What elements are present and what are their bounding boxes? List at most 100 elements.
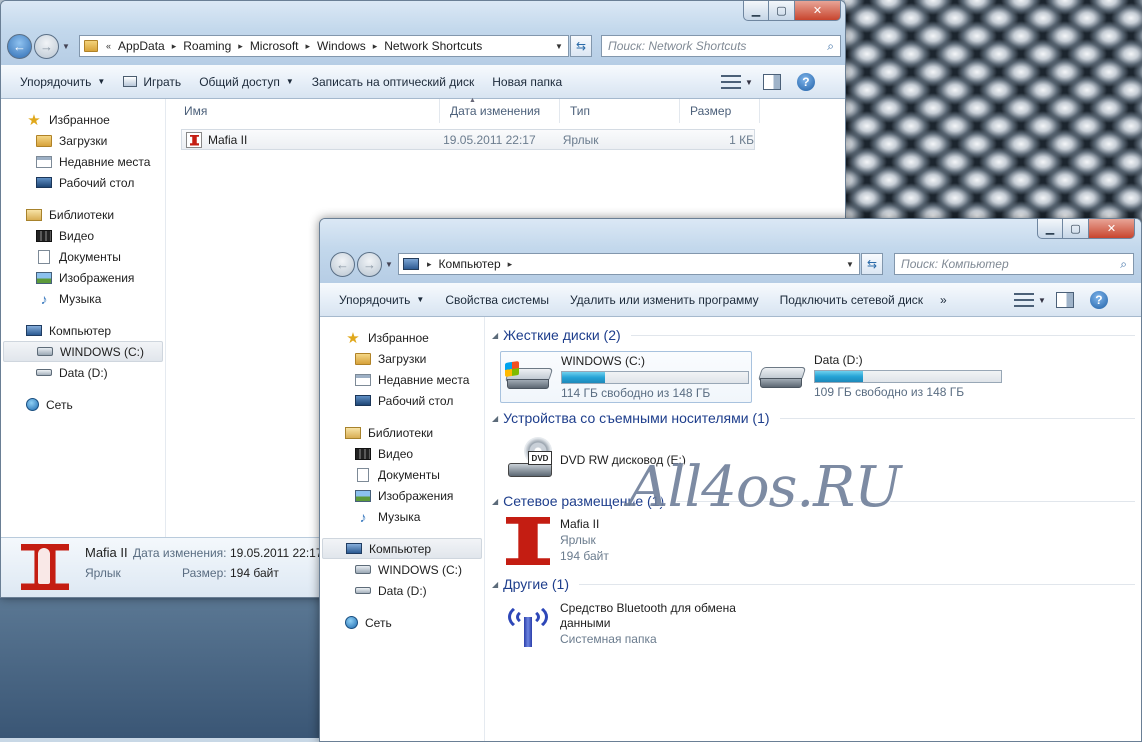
share-button[interactable]: Общий доступ ▼ xyxy=(190,65,303,99)
recent-pages-dropdown[interactable]: ▼ xyxy=(385,260,393,269)
collapse-arrow-icon: ◢ xyxy=(492,413,499,423)
nav-recent-places[interactable]: Недавние места xyxy=(1,151,165,172)
nav-favorites[interactable]: ★ Избранное xyxy=(320,327,484,348)
breadcrumb-computer[interactable]: Компьютер xyxy=(434,257,506,271)
nav-drive-c[interactable]: WINDOWS (C:) xyxy=(3,341,163,362)
maximize-button[interactable]: ▢ xyxy=(769,1,795,21)
breadcrumb-sep-icon[interactable]: ▸ xyxy=(425,259,434,270)
help-icon[interactable]: ? xyxy=(796,73,815,91)
group-removable[interactable]: ◢ Устройства со съемными носителями (1) xyxy=(492,408,1135,428)
address-bar[interactable]: « AppData ▸ Roaming ▸ Microsoft ▸ Windows ▸ … xyxy=(79,35,569,57)
nav-music[interactable]: ♪ Музыка xyxy=(1,288,165,309)
minimize-button[interactable]: ▁ xyxy=(743,1,769,21)
map-network-drive-button[interactable]: Подключить сетевой диск xyxy=(768,283,932,317)
nav-images[interactable]: Изображения xyxy=(320,485,484,506)
new-folder-button[interactable]: Новая папка xyxy=(483,65,571,99)
breadcrumb-sep-icon[interactable]: ▸ xyxy=(506,259,515,270)
new-folder-label: Новая папка xyxy=(492,74,563,89)
breadcrumb-appdata[interactable]: AppData xyxy=(113,39,170,53)
column-name[interactable]: Имя xyxy=(167,98,440,123)
breadcrumb-roaming[interactable]: Roaming xyxy=(178,39,236,53)
play-button[interactable]: Играть xyxy=(114,65,190,99)
breadcrumb-sep-icon[interactable]: ▸ xyxy=(371,41,380,52)
nav-video[interactable]: Видео xyxy=(320,443,484,464)
more-commands-button[interactable]: » xyxy=(932,283,956,317)
search-icon[interactable]: ⌕ xyxy=(1120,257,1127,272)
nav-label: Библиотеки xyxy=(49,207,115,222)
column-size[interactable]: Размер xyxy=(680,98,760,123)
forward-button[interactable]: → xyxy=(357,252,382,277)
view-dropdown-icon[interactable]: ▼ xyxy=(745,78,753,87)
nav-recent-places[interactable]: Недавние места xyxy=(320,369,484,390)
close-button[interactable]: ✕ xyxy=(795,1,841,21)
nav-music[interactable]: ♪ Музыка xyxy=(320,506,484,527)
search-icon[interactable]: ⌕ xyxy=(827,39,834,54)
file-row[interactable]: Mafia II 19.05.2011 22:17 Ярлык 1 КБ xyxy=(181,129,755,150)
nav-buttons: ← → ▼ xyxy=(330,252,393,277)
address-bar[interactable]: ▸ Компьютер ▸ ▼ xyxy=(398,253,860,275)
nav-desktop[interactable]: Рабочий стол xyxy=(320,390,484,411)
breadcrumb-network-shortcuts[interactable]: Network Shortcuts xyxy=(379,39,487,53)
network-shortcut-tile[interactable]: Mafia II Ярлык 194 байт xyxy=(500,515,752,567)
nav-libraries[interactable]: Библиотеки xyxy=(1,204,165,225)
nav-favorites[interactable]: ★ Избранное xyxy=(1,109,165,130)
help-icon[interactable]: ? xyxy=(1089,291,1108,309)
view-dropdown-icon[interactable]: ▼ xyxy=(1038,296,1046,305)
organize-label: Упорядочить xyxy=(20,74,92,89)
view-list-icon[interactable] xyxy=(721,75,741,89)
breadcrumb-windows[interactable]: Windows xyxy=(312,39,371,53)
breadcrumb-sep-icon[interactable]: ▸ xyxy=(304,41,313,52)
organize-button[interactable]: Упорядочить ▼ xyxy=(330,283,433,317)
burn-button[interactable]: Записать на оптический диск xyxy=(303,65,484,99)
forward-button[interactable]: → xyxy=(34,34,59,59)
drive-c-tile[interactable]: WINDOWS (C:) 114 ГБ свободно из 148 ГБ xyxy=(500,351,752,403)
breadcrumb-sep-icon[interactable]: ▸ xyxy=(236,41,245,52)
nav-downloads[interactable]: Загрузки xyxy=(1,130,165,151)
nav-computer[interactable]: Компьютер xyxy=(322,538,482,559)
bluetooth-tile[interactable]: Средство Bluetooth для обмена данными Си… xyxy=(500,599,752,651)
close-button[interactable]: ✕ xyxy=(1089,219,1135,239)
nav-drive-d[interactable]: Data (D:) xyxy=(320,580,484,601)
system-properties-button[interactable]: Свойства системы xyxy=(433,283,558,317)
refresh-button[interactable]: ⇆ xyxy=(570,35,592,57)
back-button[interactable]: ← xyxy=(7,34,32,59)
group-other[interactable]: ◢ Другие (1) xyxy=(492,574,1135,594)
preview-pane-icon[interactable] xyxy=(762,74,781,90)
drive-name: WINDOWS (C:) xyxy=(561,354,645,368)
nav-libraries[interactable]: Библиотеки xyxy=(320,422,484,443)
search-box[interactable]: Поиск: Network Shortcuts ⌕ xyxy=(601,35,841,57)
column-type[interactable]: Тип xyxy=(560,98,680,123)
minimize-button[interactable]: ▁ xyxy=(1037,219,1063,239)
nav-desktop[interactable]: Рабочий стол xyxy=(1,172,165,193)
nav-network[interactable]: Сеть xyxy=(320,612,484,633)
drive-d-tile[interactable]: Data (D:) 109 ГБ свободно из 148 ГБ xyxy=(754,351,1006,403)
nav-documents[interactable]: Документы xyxy=(320,464,484,485)
group-title: Жесткие диски (2) xyxy=(503,327,621,343)
nav-computer[interactable]: Компьютер xyxy=(1,320,165,341)
nav-label: Музыка xyxy=(59,291,102,306)
column-date[interactable]: Дата изменения xyxy=(440,98,560,123)
address-dropdown-icon[interactable]: ▼ xyxy=(843,256,857,272)
maximize-button[interactable]: ▢ xyxy=(1063,219,1089,239)
search-box[interactable]: Поиск: Компьютер ⌕ xyxy=(894,253,1134,275)
organize-button[interactable]: Упорядочить ▼ xyxy=(11,65,114,99)
nav-drive-c[interactable]: WINDOWS (C:) xyxy=(320,559,484,580)
nav-downloads[interactable]: Загрузки xyxy=(320,348,484,369)
nav-images[interactable]: Изображения xyxy=(1,267,165,288)
back-button[interactable]: ← xyxy=(330,252,355,277)
nav-documents[interactable]: Документы xyxy=(1,246,165,267)
refresh-button[interactable]: ⇆ xyxy=(861,253,883,275)
watermark-text: All4os.RU xyxy=(628,455,902,520)
nav-video[interactable]: Видео xyxy=(1,225,165,246)
uninstall-program-button[interactable]: Удалить или изменить программу xyxy=(558,283,768,317)
nav-drive-d[interactable]: Data (D:) xyxy=(1,362,165,383)
preview-pane-icon[interactable] xyxy=(1055,292,1074,308)
breadcrumb-overflow[interactable]: « xyxy=(104,41,113,51)
recent-pages-dropdown[interactable]: ▼ xyxy=(62,42,70,51)
view-tiles-icon[interactable] xyxy=(1014,293,1034,307)
breadcrumb-microsoft[interactable]: Microsoft xyxy=(245,39,304,53)
group-hard-disks[interactable]: ◢ Жесткие диски (2) xyxy=(492,325,1135,345)
breadcrumb-sep-icon[interactable]: ▸ xyxy=(170,41,179,52)
address-dropdown-icon[interactable]: ▼ xyxy=(552,38,566,54)
nav-network[interactable]: Сеть xyxy=(1,394,165,415)
